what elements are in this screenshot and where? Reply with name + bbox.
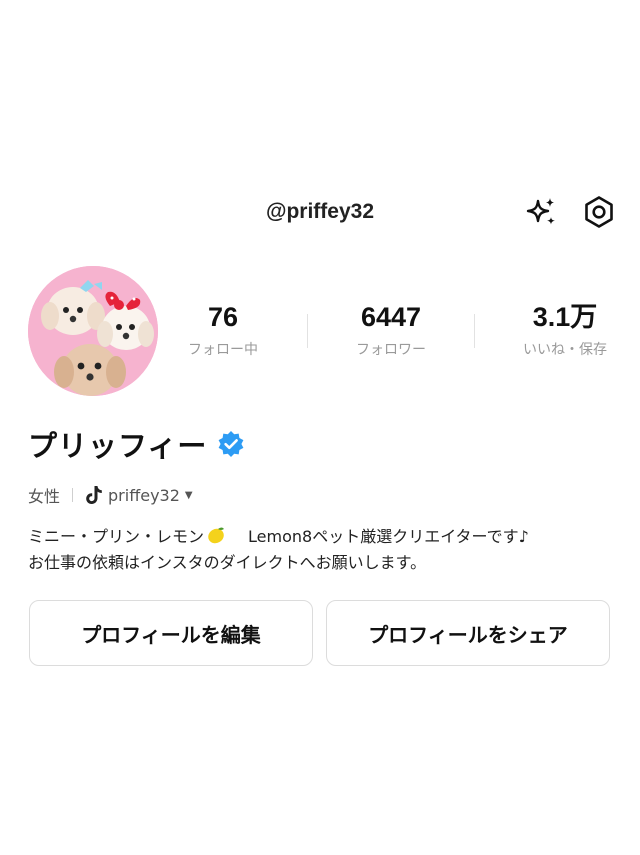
stat-divider <box>474 314 475 348</box>
lemon-icon <box>206 525 226 545</box>
profile-name: プリッフィー <box>28 429 208 463</box>
stat-divider <box>307 314 308 348</box>
gear-icon[interactable] <box>582 195 616 229</box>
bio-line-2: お仕事の依頼はインスタのダイレクトへお願いします。 <box>28 553 427 572</box>
profile-name-row: プリッフィー <box>28 424 245 464</box>
followers-count: 6447 <box>360 302 422 332</box>
tiktok-handle-link[interactable]: priffey32 <box>108 486 180 505</box>
profile-header: @priffey32 <box>0 190 640 234</box>
likes-saves-label: いいね・保存 <box>523 342 607 358</box>
likes-saves-stat[interactable]: 3.1万 いいね・保存 <box>505 300 625 359</box>
verified-badge-icon <box>217 430 245 458</box>
likes-saves-count: 3.1万 <box>532 302 598 332</box>
edit-profile-button[interactable]: プロフィールを編集 <box>29 600 313 666</box>
profile-meta: 女性 priffey32 ▼ <box>28 482 193 508</box>
meta-divider <box>72 488 74 502</box>
following-stat[interactable]: 76 フォロー中 <box>163 300 283 359</box>
following-label: フォロー中 <box>188 342 258 358</box>
profile-bio: ミニー・プリン・レモン Lemon8ペット厳選クリエイターです♪ お仕事の依頼はイ… <box>28 524 618 576</box>
sparkle-icon[interactable] <box>524 195 558 229</box>
share-profile-button[interactable]: プロフィールをシェア <box>326 600 610 666</box>
avatar[interactable] <box>28 266 158 396</box>
chevron-down-icon[interactable]: ▼ <box>185 490 193 501</box>
bio-text: Lemon8ペット厳選クリエイターです♪ <box>248 527 529 546</box>
followers-label: フォロワー <box>356 342 426 358</box>
followers-stat[interactable]: 6447 フォロワー <box>331 300 451 359</box>
profile-stats: 76 フォロー中 6447 フォロワー 3.1万 いいね・保存 <box>160 300 640 370</box>
tiktok-icon <box>85 485 103 505</box>
following-count: 76 <box>207 302 239 332</box>
bio-text: ミニー・プリン・レモン <box>28 527 205 546</box>
gender-label: 女性 <box>28 487 61 506</box>
bio-line-1: ミニー・プリン・レモン Lemon8ペット厳選クリエイターです♪ <box>28 524 618 550</box>
